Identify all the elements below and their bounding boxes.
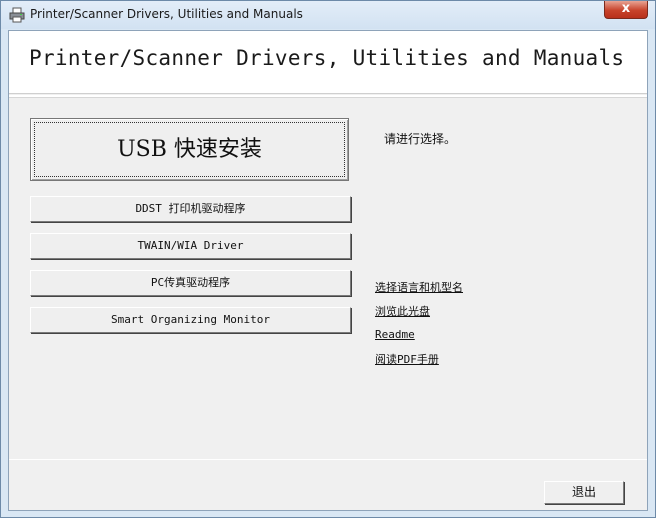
client-area: Printer/Scanner Drivers, Utilities and M… (8, 30, 648, 511)
exit-label: 退出 (571, 485, 596, 499)
usb-quick-install-button[interactable]: USB 快速安装 (30, 118, 349, 181)
exit-button[interactable]: 退出 (544, 481, 624, 504)
readme-link[interactable]: Readme (375, 328, 415, 341)
twain-wia-driver-button[interactable]: TWAIN/WIA Driver (30, 233, 351, 259)
ddst-driver-label: DDST 打印机驱动程序 (135, 202, 246, 215)
selection-prompt: 请进行选择。 (384, 132, 457, 146)
title-bar[interactable]: Printer/Scanner Drivers, Utilities and M… (1, 1, 655, 29)
pc-fax-driver-button[interactable]: PC传真驱动程序 (30, 270, 351, 296)
focus-rectangle (34, 122, 345, 177)
header-banner: Printer/Scanner Drivers, Utilities and M… (9, 31, 647, 94)
pc-fax-driver-label: PC传真驱动程序 (150, 276, 231, 289)
close-button[interactable]: x (604, 1, 648, 19)
page-title: Printer/Scanner Drivers, Utilities and M… (29, 46, 625, 70)
close-icon: x (621, 1, 631, 16)
header-divider (9, 95, 647, 98)
footer-divider (9, 459, 647, 460)
printer-icon (9, 7, 25, 23)
window-bottom-frame (1, 511, 655, 517)
select-language-model-link[interactable]: 选择语言和机型名 (375, 279, 463, 295)
window-title: Printer/Scanner Drivers, Utilities and M… (30, 7, 303, 21)
browse-cd-link[interactable]: 浏览此光盘 (375, 303, 430, 319)
read-pdf-manual-link[interactable]: 阅读PDF手册 (375, 351, 439, 367)
installer-window: Printer/Scanner Drivers, Utilities and M… (0, 0, 656, 518)
twain-wia-driver-label: TWAIN/WIA Driver (137, 239, 244, 252)
smart-organizing-monitor-label: Smart Organizing Monitor (111, 313, 270, 326)
ddst-driver-button[interactable]: DDST 打印机驱动程序 (30, 196, 351, 222)
smart-organizing-monitor-button[interactable]: Smart Organizing Monitor (30, 307, 351, 333)
